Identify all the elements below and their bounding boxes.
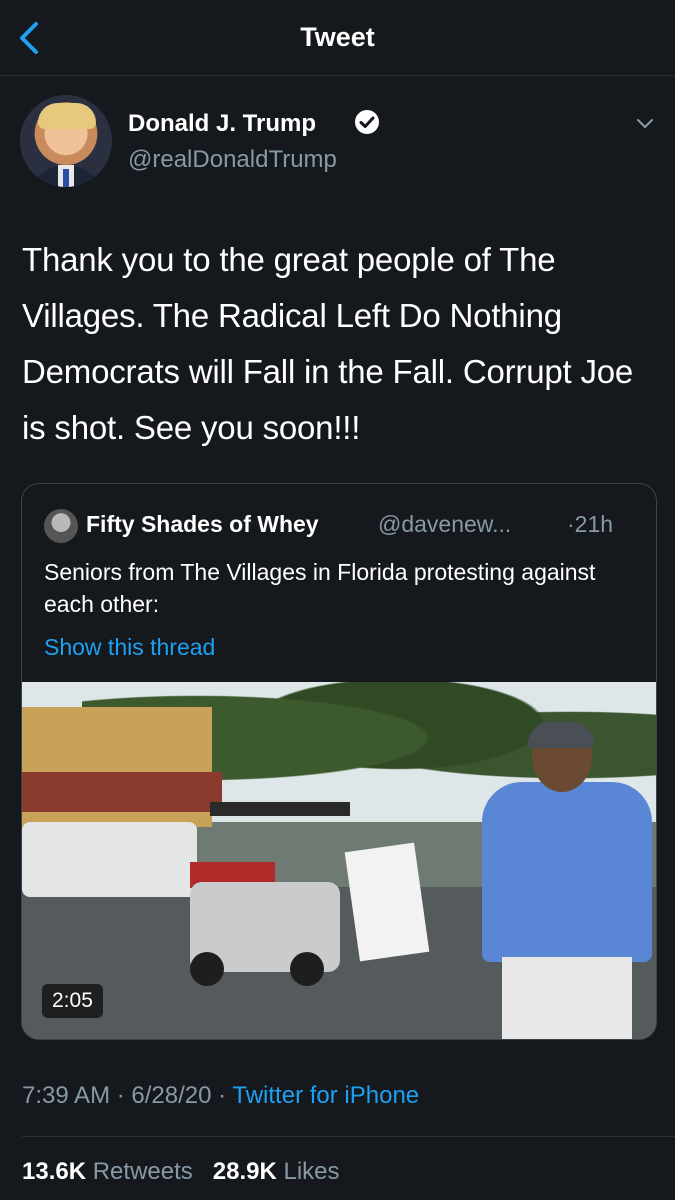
- verified-badge-icon: [355, 110, 379, 134]
- chevron-down-icon[interactable]: [634, 112, 656, 134]
- tweet-source-link[interactable]: Twitter for iPhone: [232, 1082, 419, 1109]
- tweet-date: 6/28/20: [131, 1082, 212, 1109]
- quoted-author-handle: @davenew...: [378, 511, 512, 537]
- header-divider: [0, 75, 675, 76]
- stats-divider: [22, 1136, 675, 1137]
- meta-separator: ·: [116, 1082, 125, 1109]
- likes-stat[interactable]: 28.9K Likes: [213, 1158, 340, 1185]
- video-duration-badge: 2:05: [42, 984, 103, 1018]
- tweet-meta: 7:39 AM · 6/28/20 · Twitter for iPhone: [22, 1082, 419, 1110]
- show-thread-link[interactable]: Show this thread: [44, 634, 215, 661]
- author-handle[interactable]: @realDonaldTrump: [128, 146, 337, 174]
- quoted-tweet-text: Seniors from The Villages in Florida pro…: [44, 559, 596, 617]
- quoted-author-name: Fifty Shades of Whey: [86, 511, 319, 537]
- meta-separator: ·: [218, 1082, 227, 1109]
- author-avatar[interactable]: [20, 95, 112, 187]
- likes-label: Likes: [283, 1158, 340, 1185]
- retweets-stat[interactable]: 13.6K Retweets: [22, 1158, 193, 1185]
- video-player[interactable]: 2:05: [22, 682, 656, 1039]
- page-title: Tweet: [300, 22, 375, 52]
- likes-count: 28.9K: [212, 1158, 277, 1185]
- quoted-author-avatar: [44, 509, 78, 543]
- retweets-count: 13.6K: [22, 1158, 87, 1185]
- tweet-time: 7:39 AM: [22, 1082, 111, 1109]
- tweet-stats: 13.6K Retweets 28.9K Likes: [22, 1158, 340, 1186]
- retweets-label: Retweets: [92, 1158, 193, 1185]
- tweet-text: Thank you to the great people of The Vil…: [22, 241, 634, 446]
- quoted-tweet-time: ·21h: [567, 511, 614, 537]
- top-bar: Tweet: [0, 0, 675, 76]
- author-name[interactable]: Donald J. Trump: [128, 110, 316, 138]
- quoted-tweet[interactable]: Fifty Shades of Whey @davenew... ·21h Se…: [21, 483, 657, 1040]
